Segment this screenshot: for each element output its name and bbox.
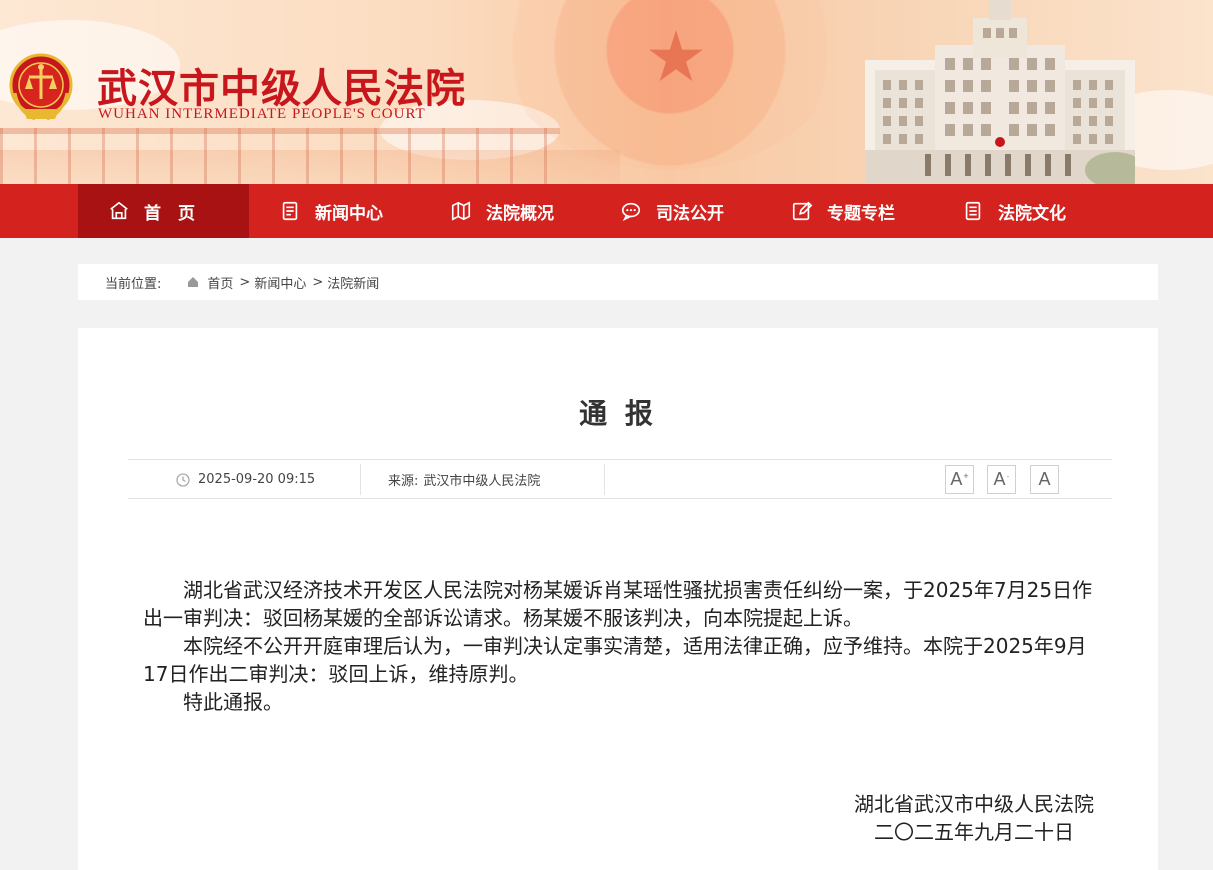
nav-item-label: 司法公开	[656, 203, 724, 224]
nav-item-court-culture[interactable]: 法院文化	[932, 184, 1096, 238]
source-label: 来源:	[388, 474, 419, 489]
breadcrumb-news-center-link[interactable]: 新闻中心	[254, 273, 306, 292]
font-increase-button[interactable]: A +	[945, 465, 974, 494]
court-emblem-icon	[9, 53, 73, 121]
article-meta-bar: 2025-09-20 09:15 来源: 武汉市中级人民法院 A + A · A	[128, 459, 1112, 499]
site-subtitle: WUHAN INTERMEDIATE PEOPLE'S COURT	[98, 106, 426, 122]
edit-icon	[792, 201, 813, 221]
breadcrumb-court-news-link[interactable]: 法院新闻	[327, 273, 379, 292]
nav-item-label: 首 页	[144, 203, 195, 224]
breadcrumb-prefix: 当前位置:	[105, 276, 162, 292]
signature-date: 二〇二五年九月二十日	[874, 820, 1074, 844]
nav-item-label: 法院文化	[998, 203, 1066, 224]
nav-item-label: 专题专栏	[827, 203, 895, 224]
signature-court: 湖北省武汉市中级人民法院	[854, 792, 1094, 816]
article-signature: 湖北省武汉市中级人民法院 二〇二五年九月二十日	[854, 790, 1094, 846]
meta-divider	[360, 464, 361, 495]
article-paragraph: 特此通报。	[183, 690, 283, 714]
article-date: 2025-09-20 09:15	[176, 460, 315, 499]
header-banner: 武汉市中级人民法院 WUHAN INTERMEDIATE PEOPLE'S CO…	[0, 0, 1213, 184]
court-building-image	[865, 0, 1135, 184]
article-paragraph: 湖北省武汉经济技术开发区人民法院对杨某媛诉肖某瑶性骚扰损害责任纠纷一案，于202…	[143, 578, 1093, 630]
breadcrumb-separator: >	[239, 274, 251, 290]
nav-item-label: 新闻中心	[315, 203, 383, 224]
nav-item-news[interactable]: 新闻中心	[249, 184, 413, 238]
home-icon	[188, 277, 199, 287]
article-paragraph: 本院经不公开开庭审理后认为，一审判决认定事实清楚，适用法律正确，应予维持。本院于…	[143, 634, 1087, 686]
nav-item-judicial-openness[interactable]: 司法公开	[590, 184, 754, 238]
article-source: 来源: 武汉市中级人民法院	[388, 460, 540, 499]
home-icon	[110, 201, 128, 220]
article-title: 通 报	[579, 397, 657, 430]
nav-item-home[interactable]: 首 页	[78, 184, 249, 238]
map-icon	[451, 201, 471, 221]
breadcrumb-separator: >	[312, 274, 324, 290]
nav-item-label: 法院概况	[486, 203, 554, 224]
nav-item-court-overview[interactable]: 法院概况	[420, 184, 584, 238]
source-value: 武汉市中级人民法院	[423, 474, 541, 489]
breadcrumb: 当前位置: 首页 > 新闻中心 > 法院新闻	[78, 264, 1158, 300]
breadcrumb-home-link[interactable]: 首页	[207, 273, 233, 292]
document-icon	[282, 201, 298, 221]
meta-divider	[604, 464, 605, 495]
article-datetime: 2025-09-20 09:15	[198, 472, 316, 487]
clock-icon	[176, 472, 190, 487]
font-decrease-button[interactable]: A	[1030, 465, 1059, 494]
book-icon	[965, 201, 981, 221]
bridge-decoration	[0, 128, 560, 184]
main-nav: 首 页 新闻中心 法院概况 司法公开 专题专栏 法院文化	[0, 184, 1213, 238]
chat-icon	[621, 202, 641, 222]
article-panel: 通 报 2025-09-20 09:15 来源: 武汉市中级人民法院 A + A ·…	[78, 328, 1158, 870]
nav-item-special-topics[interactable]: 专题专栏	[761, 184, 925, 238]
article-body: 湖北省武汉经济技术开发区人民法院对杨某媛诉肖某瑶性骚扰损害责任纠纷一案，于202…	[143, 576, 1098, 716]
font-reset-button[interactable]: A ·	[987, 465, 1016, 494]
